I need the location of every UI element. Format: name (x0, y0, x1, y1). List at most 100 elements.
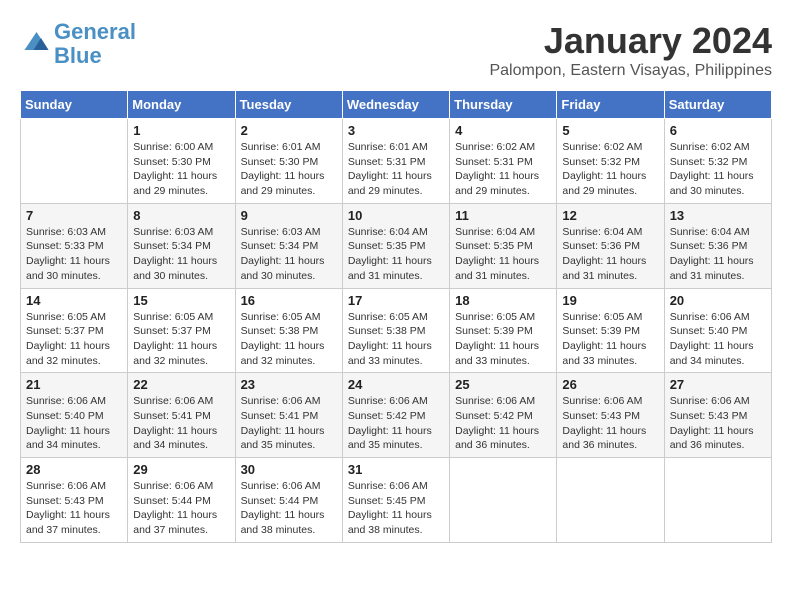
day-info: Sunrise: 6:06 AM Sunset: 5:42 PM Dayligh… (455, 394, 551, 453)
logo: General Blue (20, 20, 136, 68)
calendar-cell: 23Sunrise: 6:06 AM Sunset: 5:41 PM Dayli… (235, 373, 342, 458)
calendar-cell: 4 Sunrise: 6:02 AM Sunset: 5:31 PM Daylig… (450, 119, 557, 204)
calendar-header-row: SundayMondayTuesdayWednesdayThursdayFrid… (21, 91, 772, 119)
day-info: Sunrise: 6:04 AM Sunset: 5:35 PM Dayligh… (455, 225, 551, 284)
day-info: Sunrise: 6:05 AM Sunset: 5:37 PM Dayligh… (133, 310, 229, 369)
day-info: Sunrise: 6:04 AM Sunset: 5:36 PM Dayligh… (562, 225, 658, 284)
col-header-sunday: Sunday (21, 91, 128, 119)
calendar-cell: 17 Sunrise: 6:05 AM Sunset: 5:38 PM Dayli… (342, 288, 449, 373)
calendar-cell (21, 119, 128, 204)
location-subtitle: Palompon, Eastern Visayas, Philippines (489, 62, 772, 80)
calendar-cell: 27Sunrise: 6:06 AM Sunset: 5:43 PM Dayli… (664, 373, 771, 458)
calendar-cell: 25Sunrise: 6:06 AM Sunset: 5:42 PM Dayli… (450, 373, 557, 458)
day-number: 19 (562, 293, 658, 308)
calendar-cell: 14Sunrise: 6:05 AM Sunset: 5:37 PM Dayli… (21, 288, 128, 373)
day-number: 3 (348, 123, 444, 138)
day-number: 29 (133, 462, 229, 477)
day-number: 26 (562, 377, 658, 392)
day-number: 11 (455, 208, 551, 223)
calendar-cell: 11 Sunrise: 6:04 AM Sunset: 5:35 PM Dayli… (450, 203, 557, 288)
day-number: 1 (133, 123, 229, 138)
day-info: Sunrise: 6:06 AM Sunset: 5:43 PM Dayligh… (26, 479, 122, 538)
day-info: Sunrise: 6:01 AM Sunset: 5:31 PM Dayligh… (348, 140, 444, 199)
day-number: 14 (26, 293, 122, 308)
logo-icon (20, 29, 50, 59)
col-header-wednesday: Wednesday (342, 91, 449, 119)
day-number: 10 (348, 208, 444, 223)
calendar-cell: 8 Sunrise: 6:03 AM Sunset: 5:34 PM Daylig… (128, 203, 235, 288)
calendar-cell (557, 458, 664, 543)
day-number: 20 (670, 293, 766, 308)
calendar-cell: 9 Sunrise: 6:03 AM Sunset: 5:34 PM Daylig… (235, 203, 342, 288)
calendar-cell: 5Sunrise: 6:02 AM Sunset: 5:32 PM Daylig… (557, 119, 664, 204)
calendar-cell: 20 Sunrise: 6:06 AM Sunset: 5:40 PM Dayli… (664, 288, 771, 373)
logo-text: General Blue (54, 20, 136, 68)
day-info: Sunrise: 6:05 AM Sunset: 5:38 PM Dayligh… (241, 310, 337, 369)
day-number: 15 (133, 293, 229, 308)
day-info: Sunrise: 6:04 AM Sunset: 5:35 PM Dayligh… (348, 225, 444, 284)
day-info: Sunrise: 6:01 AM Sunset: 5:30 PM Dayligh… (241, 140, 337, 199)
day-info: Sunrise: 6:03 AM Sunset: 5:34 PM Dayligh… (241, 225, 337, 284)
day-number: 16 (241, 293, 337, 308)
calendar-cell (450, 458, 557, 543)
day-number: 17 (348, 293, 444, 308)
calendar-cell: 2 Sunrise: 6:01 AM Sunset: 5:30 PM Daylig… (235, 119, 342, 204)
col-header-monday: Monday (128, 91, 235, 119)
calendar-cell: 22Sunrise: 6:06 AM Sunset: 5:41 PM Dayli… (128, 373, 235, 458)
calendar-cell: 6 Sunrise: 6:02 AM Sunset: 5:32 PM Daylig… (664, 119, 771, 204)
day-number: 6 (670, 123, 766, 138)
calendar-week-row: 1 Sunrise: 6:00 AM Sunset: 5:30 PM Daylig… (21, 119, 772, 204)
day-info: Sunrise: 6:05 AM Sunset: 5:39 PM Dayligh… (455, 310, 551, 369)
month-title: January 2024 (489, 20, 772, 62)
day-info: Sunrise: 6:02 AM Sunset: 5:32 PM Dayligh… (670, 140, 766, 199)
day-info: Sunrise: 6:06 AM Sunset: 5:40 PM Dayligh… (670, 310, 766, 369)
calendar-cell: 26 Sunrise: 6:06 AM Sunset: 5:43 PM Dayli… (557, 373, 664, 458)
day-info: Sunrise: 6:06 AM Sunset: 5:43 PM Dayligh… (562, 394, 658, 453)
calendar-cell: 12 Sunrise: 6:04 AM Sunset: 5:36 PM Dayli… (557, 203, 664, 288)
calendar-cell: 29Sunrise: 6:06 AM Sunset: 5:44 PM Dayli… (128, 458, 235, 543)
day-number: 23 (241, 377, 337, 392)
col-header-friday: Friday (557, 91, 664, 119)
day-number: 28 (26, 462, 122, 477)
day-info: Sunrise: 6:06 AM Sunset: 5:41 PM Dayligh… (133, 394, 229, 453)
day-number: 27 (670, 377, 766, 392)
day-number: 4 (455, 123, 551, 138)
calendar-cell: 15 Sunrise: 6:05 AM Sunset: 5:37 PM Dayli… (128, 288, 235, 373)
calendar-cell: 3 Sunrise: 6:01 AM Sunset: 5:31 PM Daylig… (342, 119, 449, 204)
day-info: Sunrise: 6:03 AM Sunset: 5:34 PM Dayligh… (133, 225, 229, 284)
day-number: 18 (455, 293, 551, 308)
col-header-thursday: Thursday (450, 91, 557, 119)
calendar-cell: 7 Sunrise: 6:03 AM Sunset: 5:33 PM Daylig… (21, 203, 128, 288)
day-number: 7 (26, 208, 122, 223)
day-info: Sunrise: 6:05 AM Sunset: 5:39 PM Dayligh… (562, 310, 658, 369)
day-number: 2 (241, 123, 337, 138)
calendar-cell: 31 Sunrise: 6:06 AM Sunset: 5:45 PM Dayli… (342, 458, 449, 543)
day-info: Sunrise: 6:00 AM Sunset: 5:30 PM Dayligh… (133, 140, 229, 199)
day-number: 21 (26, 377, 122, 392)
day-info: Sunrise: 6:06 AM Sunset: 5:44 PM Dayligh… (241, 479, 337, 538)
title-block: January 2024 Palompon, Eastern Visayas, … (489, 20, 772, 80)
calendar-cell: 13Sunrise: 6:04 AM Sunset: 5:36 PM Dayli… (664, 203, 771, 288)
day-info: Sunrise: 6:06 AM Sunset: 5:45 PM Dayligh… (348, 479, 444, 538)
day-info: Sunrise: 6:06 AM Sunset: 5:42 PM Dayligh… (348, 394, 444, 453)
day-info: Sunrise: 6:02 AM Sunset: 5:31 PM Dayligh… (455, 140, 551, 199)
logo-line2: Blue (54, 43, 102, 68)
calendar-week-row: 14 Sunrise: 6:05 AM Sunset: 5:37 PM Dayli… (21, 288, 772, 373)
day-info: Sunrise: 6:03 AM Sunset: 5:33 PM Dayligh… (26, 225, 122, 284)
logo-line1: General (54, 19, 136, 44)
calendar-cell: 10 Sunrise: 6:04 AM Sunset: 5:35 PM Dayli… (342, 203, 449, 288)
day-info: Sunrise: 6:05 AM Sunset: 5:38 PM Dayligh… (348, 310, 444, 369)
calendar-cell (664, 458, 771, 543)
page-header: General Blue January 2024 Palompon, East… (20, 20, 772, 80)
calendar-week-row: 28 Sunrise: 6:06 AM Sunset: 5:43 PM Dayli… (21, 458, 772, 543)
day-number: 24 (348, 377, 444, 392)
day-number: 8 (133, 208, 229, 223)
day-number: 5 (562, 123, 658, 138)
calendar-cell: 21Sunrise: 6:06 AM Sunset: 5:40 PM Dayli… (21, 373, 128, 458)
day-number: 9 (241, 208, 337, 223)
col-header-tuesday: Tuesday (235, 91, 342, 119)
calendar-cell: 24 Sunrise: 6:06 AM Sunset: 5:42 PM Dayli… (342, 373, 449, 458)
day-number: 31 (348, 462, 444, 477)
calendar-cell: 28 Sunrise: 6:06 AM Sunset: 5:43 PM Dayli… (21, 458, 128, 543)
day-number: 12 (562, 208, 658, 223)
